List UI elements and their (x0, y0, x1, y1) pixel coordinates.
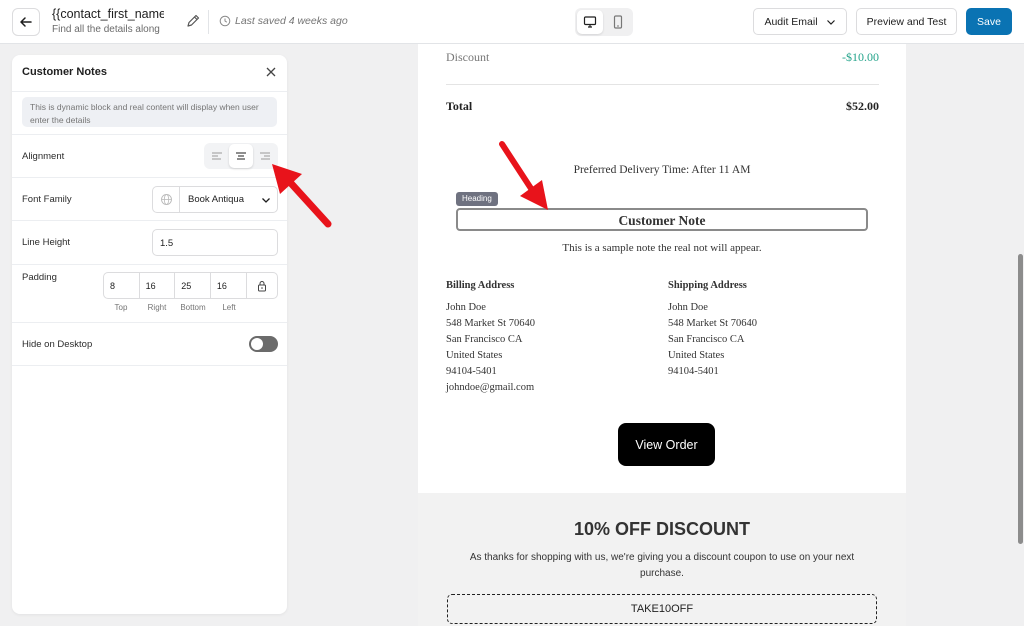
chevron-down-icon (826, 19, 835, 25)
back-button[interactable] (12, 8, 40, 36)
align-left-button[interactable] (205, 144, 229, 168)
discount-label: Discount (446, 50, 490, 64)
padding-left-label: Left (222, 303, 236, 312)
chevron-down-icon (262, 198, 270, 203)
billing-street: 548 Market St 70640 (446, 318, 535, 329)
font-family-select[interactable]: Book Antiqua (152, 186, 278, 213)
customer-note-text: This is a sample note the real not will … (562, 242, 762, 254)
total-label: Total (446, 99, 473, 113)
lock-icon (257, 280, 266, 291)
font-family-value: Book Antiqua (188, 194, 244, 205)
divider (446, 84, 879, 85)
padding-bottom-label: Bottom (180, 303, 206, 312)
save-button[interactable]: Save (966, 8, 1012, 35)
divider (12, 91, 287, 92)
desktop-view-button[interactable] (577, 10, 603, 34)
alignment-label: Alignment (22, 151, 65, 162)
pencil-icon[interactable] (185, 13, 201, 29)
clock-history-icon (219, 15, 231, 27)
shipping-country: United States (668, 350, 725, 361)
padding-bottom-input[interactable]: 25 (175, 273, 211, 298)
total-value: $52.00 (846, 99, 879, 113)
audit-email-button[interactable]: Audit Email (753, 8, 847, 35)
shipping-city: San Francisco CA (668, 334, 745, 345)
padding-top-label: Top (114, 303, 128, 312)
scrollbar[interactable] (1016, 44, 1024, 626)
email-title[interactable]: {{contact_first_name}} (52, 7, 164, 21)
email-canvas: Discount -$10.00 Total $52.00 Preferred … (418, 44, 906, 626)
coupon-code: TAKE10OFF (447, 594, 877, 624)
align-center-icon (236, 152, 246, 160)
divider (12, 220, 287, 221)
align-right-icon (260, 152, 270, 160)
shipping-zip: 94104-5401 (668, 366, 719, 377)
padding-right-label: Right (147, 303, 167, 312)
padding-top-input[interactable]: 8 (104, 273, 140, 298)
customer-notes-panel: Customer Notes This is dynamic block and… (12, 55, 287, 614)
billing-address: Billing Address John Doe 548 Market St 7… (446, 278, 535, 396)
align-left-icon (212, 152, 222, 160)
promo-text: As thanks for shopping with us, we're gi… (469, 552, 855, 579)
discount-promo-section: 10% OFF DISCOUNT As thanks for shopping … (418, 493, 906, 626)
shipping-street: 548 Market St 70640 (668, 318, 757, 329)
mobile-view-button[interactable] (605, 10, 631, 34)
dynamic-block-notice: This is dynamic block and real content w… (22, 97, 277, 127)
discount-value: -$10.00 (842, 50, 879, 64)
close-icon[interactable] (264, 65, 278, 79)
divider (208, 10, 209, 34)
hide-on-desktop-label: Hide on Desktop (22, 339, 93, 350)
billing-address-title: Billing Address (446, 280, 515, 291)
email-subtitle: Find all the details along (52, 24, 160, 35)
hide-on-desktop-toggle[interactable] (249, 336, 278, 352)
shipping-address: Shipping Address John Doe 548 Market St … (668, 278, 757, 380)
padding-labels: Top Right Bottom Left (103, 303, 247, 312)
align-center-button[interactable] (229, 144, 253, 168)
padding-right-input[interactable]: 16 (140, 273, 176, 298)
shipping-name: John Doe (668, 302, 708, 313)
delivery-time-text: Preferred Delivery Time: After 11 AM (573, 164, 751, 176)
top-bar: {{contact_first_name}} Find all the deta… (0, 0, 1024, 44)
line-height-label: Line Height (22, 237, 71, 248)
globe-icon (153, 187, 180, 212)
divider (12, 134, 287, 135)
promo-title: 10% OFF DISCOUNT (573, 519, 751, 539)
divider (12, 264, 287, 265)
mobile-icon (613, 15, 623, 29)
billing-email: johndoe@gmail.com (446, 382, 535, 393)
customer-note-heading[interactable]: Customer Note (458, 213, 866, 229)
line-height-input[interactable]: 1.5 (152, 229, 278, 256)
billing-zip: 94104-5401 (446, 366, 497, 377)
customer-note-heading-block[interactable]: Customer Note (456, 208, 868, 231)
toggle-knob (251, 338, 263, 350)
save-status: Last saved 4 weeks ago (219, 15, 348, 27)
panel-title: Customer Notes (22, 66, 107, 78)
divider (12, 365, 287, 366)
billing-city: San Francisco CA (446, 334, 523, 345)
billing-name: John Doe (446, 302, 486, 313)
divider (12, 177, 287, 178)
device-toggle (575, 8, 633, 36)
padding-lock-button[interactable] (247, 273, 278, 298)
scrollbar-thumb[interactable] (1018, 254, 1023, 544)
audit-email-label: Audit Email (764, 15, 818, 28)
padding-label: Padding (22, 272, 57, 283)
desktop-icon (583, 16, 597, 28)
arrow-left-icon (20, 17, 32, 27)
divider (12, 322, 287, 323)
shipping-address-title: Shipping Address (668, 280, 747, 291)
font-family-label: Font Family (22, 194, 72, 205)
padding-left-input[interactable]: 16 (211, 273, 247, 298)
view-order-button[interactable]: View Order (618, 423, 715, 466)
heading-block-tag: Heading (456, 192, 498, 206)
save-status-text: Last saved 4 weeks ago (235, 15, 348, 27)
preview-and-test-button[interactable]: Preview and Test (856, 8, 957, 35)
billing-country: United States (446, 350, 503, 361)
padding-inputs: 8 16 25 16 (103, 272, 278, 299)
alignment-control (204, 143, 278, 169)
align-right-button[interactable] (253, 144, 277, 168)
